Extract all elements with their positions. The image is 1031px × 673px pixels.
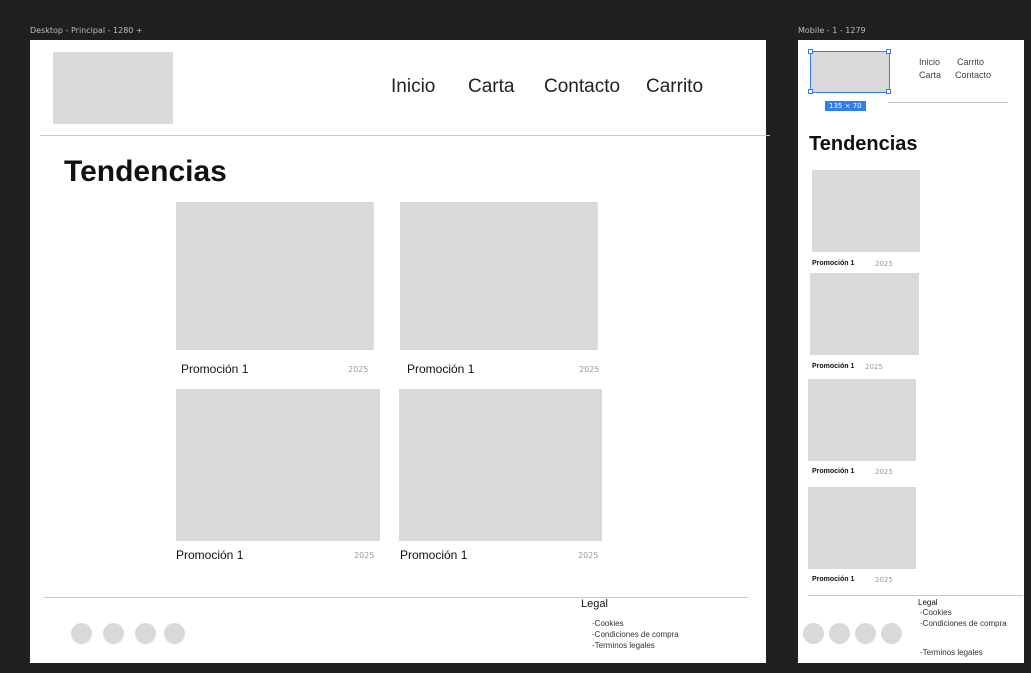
card-image[interactable] <box>808 379 916 461</box>
footer-legal-terms[interactable]: -Terminos legales <box>920 648 983 657</box>
nav-link-carrito[interactable]: Carrito <box>957 57 984 67</box>
desktop-frame[interactable]: Inicio Carta Contacto Carrito Tendencias… <box>30 40 770 663</box>
card-year: 2025 <box>354 551 375 560</box>
card-year: 2025 <box>865 363 883 371</box>
social-icon[interactable] <box>71 623 92 644</box>
footer-legal-title: Legal <box>918 598 938 607</box>
footer-legal-conditions[interactable]: -Condiciones de compra <box>592 630 679 639</box>
nav-link-inicio[interactable]: Inicio <box>391 76 435 98</box>
nav-link-contacto[interactable]: Contacto <box>544 76 620 98</box>
card-image[interactable] <box>176 202 374 350</box>
card-year: 2025 <box>875 468 893 476</box>
selection-handle[interactable] <box>808 49 813 54</box>
footer-legal-cookies[interactable]: -Cookies <box>592 619 624 628</box>
social-icon[interactable] <box>881 623 902 644</box>
nav-link-carta[interactable]: Carta <box>468 76 514 98</box>
card-title: Promoción 1 <box>812 363 855 370</box>
social-icon[interactable] <box>164 623 185 644</box>
page-title: Tendencias <box>64 155 227 188</box>
card-title: Promoción 1 <box>812 468 855 475</box>
nav-link-contacto[interactable]: Contacto <box>955 70 991 80</box>
selection-handle[interactable] <box>808 89 813 94</box>
mobile-frame-label[interactable]: Mobile - 1 - 1279 <box>798 26 866 35</box>
card-title: Promoción 1 <box>407 362 475 376</box>
page-title: Tendencias <box>809 133 918 155</box>
social-icon[interactable] <box>103 623 124 644</box>
card-image[interactable] <box>808 487 916 569</box>
card-year: 2025 <box>875 260 893 268</box>
footer-legal-cookies[interactable]: -Cookies <box>920 608 952 617</box>
social-icon[interactable] <box>855 623 876 644</box>
social-icon[interactable] <box>803 623 824 644</box>
card-title: Promoción 1 <box>176 548 244 562</box>
logo-placeholder <box>53 52 173 124</box>
card-title: Promoción 1 <box>400 548 468 562</box>
card-title: Promoción 1 <box>812 260 855 267</box>
footer-legal-conditions[interactable]: -Condiciones de compra <box>920 619 1020 629</box>
footer-divider <box>44 597 748 598</box>
card-year: 2025 <box>348 365 369 374</box>
footer-legal-terms[interactable]: -Terminos legales <box>592 641 655 650</box>
header-divider <box>888 102 1008 103</box>
nav-link-carrito[interactable]: Carrito <box>646 76 703 98</box>
nav-link-inicio[interactable]: Inicio <box>919 57 940 67</box>
card-image[interactable] <box>176 389 380 541</box>
logo-placeholder[interactable] <box>810 51 890 93</box>
card-title: Promoción 1 <box>181 362 249 376</box>
footer-divider <box>808 595 1023 596</box>
card-title: Promoción 1 <box>812 576 855 583</box>
card-year: 2025 <box>579 365 600 374</box>
card-image[interactable] <box>812 170 920 252</box>
card-image[interactable] <box>399 389 602 541</box>
selection-handle[interactable] <box>886 89 891 94</box>
social-icon[interactable] <box>135 623 156 644</box>
nav-link-carta[interactable]: Carta <box>919 70 941 80</box>
footer-legal-title: Legal <box>581 598 608 610</box>
selection-handle[interactable] <box>886 49 891 54</box>
selection-size-badge: 135 × 70 <box>825 101 866 111</box>
card-image[interactable] <box>400 202 598 350</box>
card-year: 2025 <box>875 576 893 584</box>
social-icon[interactable] <box>829 623 850 644</box>
desktop-frame-label[interactable]: Desktop - Principal - 1280 + <box>30 26 143 35</box>
mobile-frame[interactable]: 135 × 70 Inicio Carrito Carta Contacto T… <box>798 40 1024 663</box>
card-year: 2025 <box>578 551 599 560</box>
card-image[interactable] <box>810 273 919 355</box>
header-divider <box>40 135 770 136</box>
